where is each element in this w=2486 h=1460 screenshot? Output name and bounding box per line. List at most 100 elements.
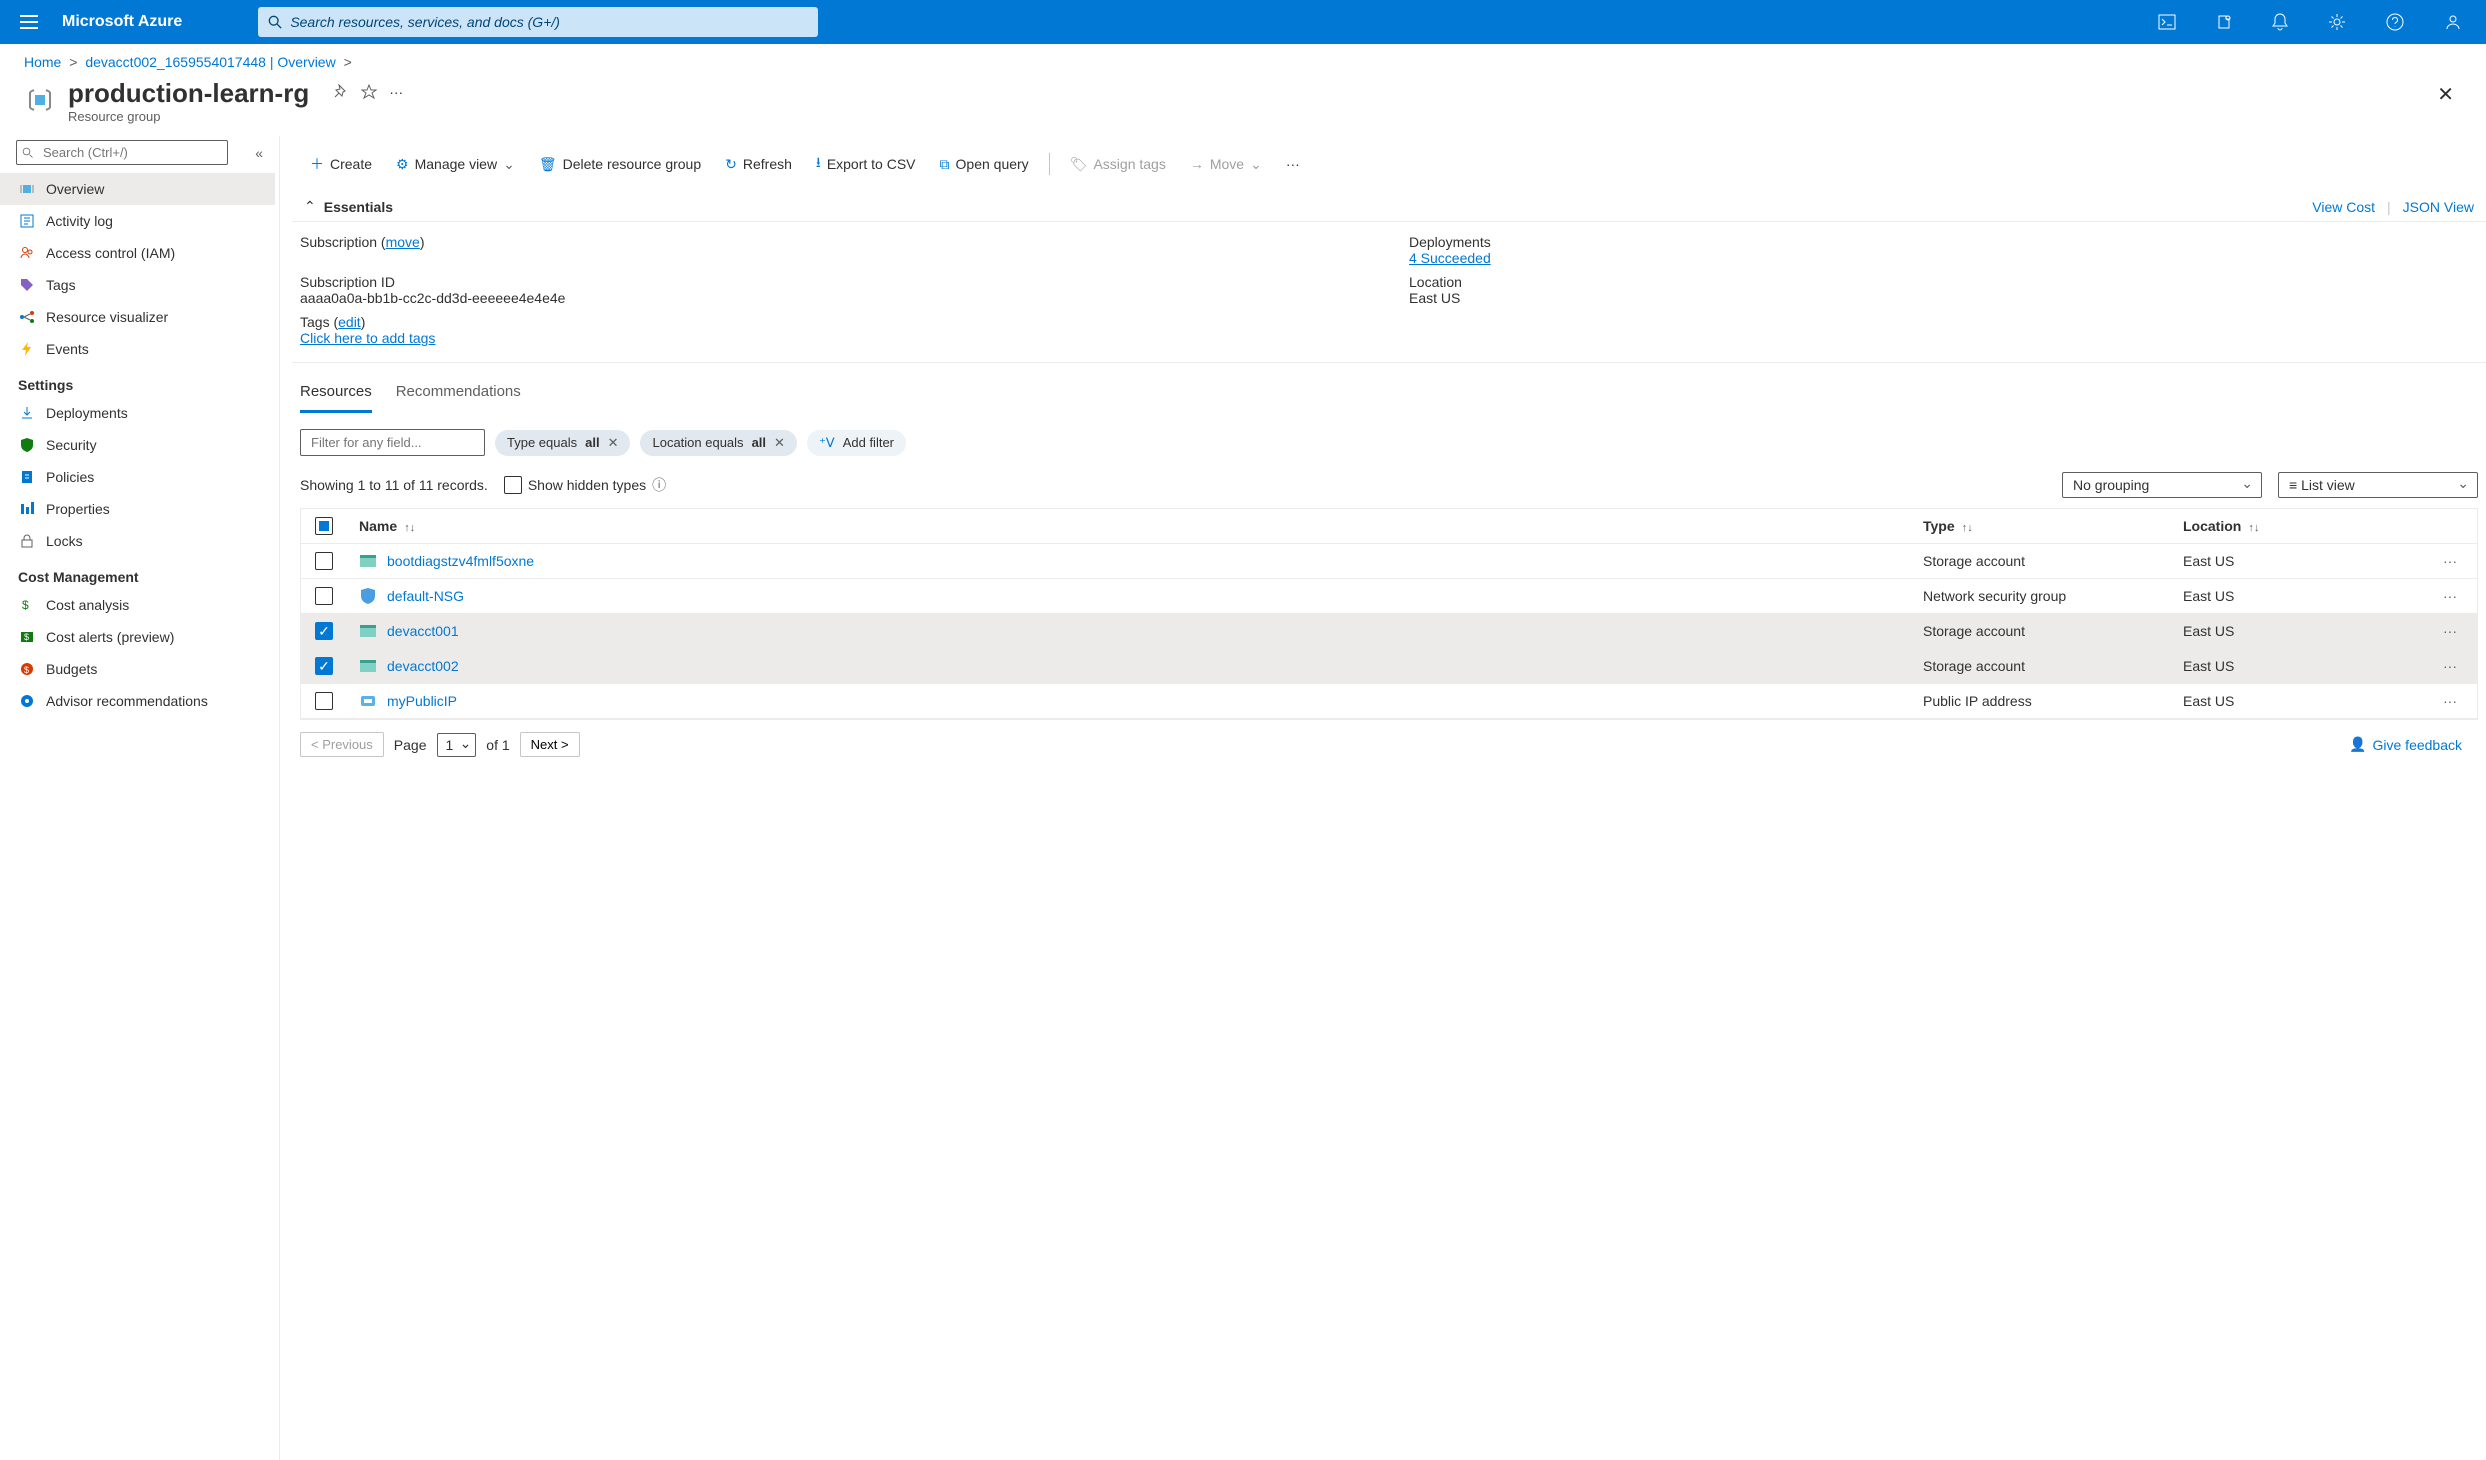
global-search[interactable] bbox=[258, 7, 818, 37]
svg-text:$: $ bbox=[24, 632, 29, 642]
location-filter-pill[interactable]: Location equals all✕ bbox=[640, 430, 796, 456]
col-name[interactable]: Name ↑↓ bbox=[359, 518, 1923, 534]
give-feedback-link[interactable]: 👤Give feedback bbox=[2349, 736, 2462, 753]
sidebar-item-security[interactable]: Security bbox=[0, 429, 275, 461]
sidebar-item-events[interactable]: Events bbox=[0, 333, 275, 365]
row-checkbox[interactable] bbox=[315, 692, 333, 710]
table-row[interactable]: ✓devacct001Storage accountEast US··· bbox=[301, 614, 2477, 649]
export-csv-button[interactable]: ⭳Export to CSV bbox=[806, 146, 926, 182]
close-icon[interactable]: ✕ bbox=[774, 435, 785, 451]
more-toolbar-button[interactable]: ··· bbox=[1276, 150, 1310, 178]
edit-tags-link[interactable]: edit bbox=[338, 314, 361, 330]
close-blade-icon[interactable]: ✕ bbox=[2429, 78, 2462, 111]
page-header: production-learn-rg Resource group ··· ✕ bbox=[0, 74, 2486, 136]
sidebar-item-advisor[interactable]: Advisor recommendations bbox=[0, 685, 275, 717]
resource-name-link[interactable]: default-NSG bbox=[387, 588, 464, 604]
col-location[interactable]: Location ↑↓ bbox=[2183, 518, 2443, 534]
table-row[interactable]: ✓devacct002Storage accountEast US··· bbox=[301, 649, 2477, 684]
page-select[interactable]: 1 bbox=[437, 733, 477, 757]
resource-type: Storage account bbox=[1923, 623, 2183, 639]
open-query-button[interactable]: ⧉Open query bbox=[930, 150, 1039, 179]
directories-icon[interactable] bbox=[2204, 6, 2244, 38]
resource-name-link[interactable]: devacct001 bbox=[387, 623, 459, 639]
grouping-select[interactable]: No grouping bbox=[2062, 472, 2262, 498]
tab-resources[interactable]: Resources bbox=[300, 375, 372, 413]
locks-icon bbox=[18, 533, 36, 549]
filter-input[interactable] bbox=[300, 429, 485, 456]
sidebar-search-input[interactable] bbox=[16, 140, 228, 165]
table-row[interactable]: myPublicIPPublic IP addressEast US··· bbox=[301, 684, 2477, 719]
notifications-icon[interactable] bbox=[2260, 5, 2300, 39]
visualizer-icon bbox=[18, 309, 36, 325]
svg-text:$: $ bbox=[22, 598, 29, 612]
manage-view-button[interactable]: ⚙Manage view ⌄ bbox=[386, 150, 525, 179]
resource-name-link[interactable]: bootdiagstzv4fmlf5oxne bbox=[387, 553, 534, 569]
hamburger-menu-icon[interactable] bbox=[12, 7, 46, 37]
sidebar-item-overview[interactable]: Overview bbox=[0, 173, 275, 205]
sidebar-item-policies[interactable]: Policies bbox=[0, 461, 275, 493]
move-subscription-link[interactable]: move bbox=[386, 234, 420, 250]
brand-label[interactable]: Microsoft Azure bbox=[62, 13, 182, 31]
select-all-checkbox[interactable] bbox=[315, 517, 333, 535]
row-checkbox[interactable] bbox=[315, 552, 333, 570]
row-checkbox[interactable]: ✓ bbox=[315, 657, 333, 675]
next-button[interactable]: Next > bbox=[520, 732, 580, 757]
close-icon[interactable]: ✕ bbox=[608, 435, 619, 451]
add-filter-button[interactable]: ⁺ᐯAdd filter bbox=[807, 430, 906, 456]
table-row[interactable]: bootdiagstzv4fmlf5oxneStorage accountEas… bbox=[301, 544, 2477, 579]
info-icon[interactable]: ⓘ bbox=[652, 475, 666, 495]
cloud-shell-icon[interactable] bbox=[2146, 6, 2188, 38]
help-icon[interactable] bbox=[2374, 5, 2416, 39]
json-view-link[interactable]: JSON View bbox=[2403, 199, 2474, 215]
row-checkbox[interactable]: ✓ bbox=[315, 622, 333, 640]
delete-button[interactable]: 🗑Delete resource group bbox=[529, 150, 711, 179]
sidebar-item-cost-analysis[interactable]: $ Cost analysis bbox=[0, 589, 275, 621]
breadcrumb-home[interactable]: Home bbox=[24, 54, 61, 70]
view-select[interactable]: ≡ List view bbox=[2278, 472, 2478, 498]
refresh-button[interactable]: ↻Refresh bbox=[715, 150, 802, 179]
add-tags-link[interactable]: Click here to add tags bbox=[300, 330, 435, 346]
sidebar-item-cost-alerts[interactable]: $ Cost alerts (preview) bbox=[0, 621, 275, 653]
sidebar-item-label: Deployments bbox=[46, 405, 128, 421]
sidebar-item-deployments[interactable]: Deployments bbox=[0, 397, 275, 429]
deployments-link[interactable]: 4 Succeeded bbox=[1409, 250, 1491, 266]
global-search-input[interactable] bbox=[290, 14, 808, 30]
row-more-icon[interactable]: ··· bbox=[2443, 658, 2471, 674]
resource-type-icon bbox=[359, 587, 377, 605]
row-checkbox[interactable] bbox=[315, 587, 333, 605]
favorite-icon[interactable] bbox=[361, 84, 377, 100]
breadcrumb-path[interactable]: devacct002_1659554017448 | Overview bbox=[85, 54, 335, 70]
table-row[interactable]: default-NSGNetwork security groupEast US… bbox=[301, 579, 2477, 614]
assign-tags-button[interactable]: 🏷Assign tags bbox=[1060, 150, 1176, 179]
essentials-grid: Subscription (move) Deployments 4 Succee… bbox=[292, 222, 2486, 363]
tab-recommendations[interactable]: Recommendations bbox=[396, 375, 521, 413]
sidebar-item-tags[interactable]: Tags bbox=[0, 269, 275, 301]
sidebar-item-visualizer[interactable]: Resource visualizer bbox=[0, 301, 275, 333]
pin-icon[interactable] bbox=[333, 84, 349, 100]
sidebar-item-locks[interactable]: Locks bbox=[0, 525, 275, 557]
row-more-icon[interactable]: ··· bbox=[2443, 623, 2471, 639]
col-type[interactable]: Type ↑↓ bbox=[1923, 518, 2183, 534]
row-more-icon[interactable]: ··· bbox=[2443, 693, 2471, 709]
move-button[interactable]: →Move ⌄ bbox=[1180, 150, 1272, 179]
properties-icon bbox=[18, 501, 36, 517]
chevron-up-icon[interactable]: ⌃ bbox=[304, 198, 316, 215]
create-button[interactable]: ＋Create bbox=[300, 148, 382, 180]
sidebar-item-budgets[interactable]: $ Budgets bbox=[0, 653, 275, 685]
collapse-sidebar-icon[interactable]: « bbox=[251, 141, 267, 165]
row-more-icon[interactable]: ··· bbox=[2443, 588, 2471, 604]
view-cost-link[interactable]: View Cost bbox=[2312, 199, 2375, 215]
row-more-icon[interactable]: ··· bbox=[2443, 553, 2471, 569]
type-filter-pill[interactable]: Type equals all✕ bbox=[495, 430, 630, 456]
more-icon[interactable]: ··· bbox=[389, 84, 403, 100]
settings-icon[interactable] bbox=[2316, 5, 2358, 39]
sidebar-item-properties[interactable]: Properties bbox=[0, 493, 275, 525]
prev-button[interactable]: < Previous bbox=[300, 732, 384, 757]
sidebar-item-iam[interactable]: Access control (IAM) bbox=[0, 237, 275, 269]
resource-name-link[interactable]: devacct002 bbox=[387, 658, 459, 674]
hidden-types-toggle[interactable]: Show hidden types ⓘ bbox=[504, 475, 666, 495]
resource-group-icon bbox=[24, 84, 56, 116]
resource-name-link[interactable]: myPublicIP bbox=[387, 693, 457, 709]
feedback-icon[interactable] bbox=[2432, 5, 2474, 39]
sidebar-item-activity[interactable]: Activity log bbox=[0, 205, 275, 237]
